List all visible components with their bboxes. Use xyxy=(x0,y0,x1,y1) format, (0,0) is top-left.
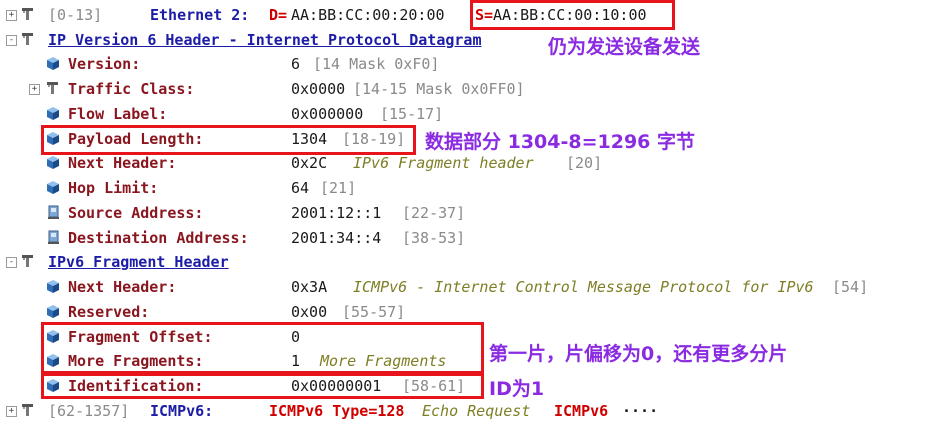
field-value: 2001:34::4 xyxy=(291,229,382,247)
identification-highlight xyxy=(41,373,484,399)
field-name: Next Header: xyxy=(68,278,177,296)
fragment-flags-highlight xyxy=(41,322,484,374)
filter-icon xyxy=(21,7,35,22)
byte-range: [14 Mask 0xF0] xyxy=(313,55,440,73)
section-header[interactable]: IP Version 6 Header - Internet Protocol … xyxy=(48,28,481,52)
filter-icon xyxy=(46,81,60,96)
field-name: Source Address: xyxy=(68,204,204,222)
field-value: 6 xyxy=(291,55,301,73)
byte-range: [54] xyxy=(832,278,869,296)
expand-icon[interactable]: + xyxy=(6,406,17,417)
byte-range: [14-15 Mask 0x0FF0] xyxy=(353,80,525,98)
byte-range: [55-57] xyxy=(342,303,406,321)
computer-icon xyxy=(46,205,60,220)
filter-icon xyxy=(21,32,35,47)
field-icon xyxy=(46,180,60,195)
summary-protocol: ICMPv6 xyxy=(554,402,609,420)
filter-icon xyxy=(21,403,35,418)
field-icon xyxy=(46,56,60,71)
field-name: Destination Address: xyxy=(68,229,249,247)
dest-mac: AA:BB:CC:00:20:00 xyxy=(291,6,445,24)
byte-range: [62-1357] xyxy=(48,402,130,420)
byte-range: [22-37] xyxy=(402,204,466,222)
ellipsis: ···· xyxy=(622,402,659,420)
annotation-id: ID为1 xyxy=(489,378,545,400)
collapse-icon[interactable]: - xyxy=(6,35,17,46)
field-icon xyxy=(46,279,60,294)
field-value: 0x3A xyxy=(291,278,328,296)
summary-description: Echo Request xyxy=(422,402,531,420)
source-mac-highlight xyxy=(470,0,675,30)
annotation-mac: 仍为发送设备发送 xyxy=(548,36,701,58)
expand-icon[interactable]: + xyxy=(6,10,17,21)
field-value: 2001:12::1 xyxy=(291,204,382,222)
byte-range: [38-53] xyxy=(402,229,466,247)
dest-key: D= xyxy=(269,6,288,24)
byte-range: [0-13] xyxy=(48,6,103,24)
summary-type: ICMPv6 Type=128 xyxy=(269,402,405,420)
field-icon xyxy=(46,106,60,121)
field-name: Flow Label: xyxy=(68,105,168,123)
field-name: Version: xyxy=(68,55,141,73)
field-description: ICMPv6 - Internet Control Message Protoc… xyxy=(353,278,814,296)
field-value: 64 xyxy=(291,179,310,197)
field-value: 0x000000 xyxy=(291,105,364,123)
section-header[interactable]: IPv6 Fragment Header xyxy=(48,250,229,274)
expand-icon[interactable]: + xyxy=(29,84,40,95)
byte-range: [15-17] xyxy=(380,105,444,123)
field-name: Reserved: xyxy=(68,303,150,321)
computer-icon xyxy=(46,230,60,245)
field-icon xyxy=(46,304,60,319)
annotation-fragment: 第一片，片偏移为0，还有更多分片 xyxy=(489,343,788,365)
protocol-name: ICMPv6: xyxy=(150,402,214,420)
payload-length-highlight xyxy=(41,125,416,155)
filter-icon xyxy=(21,254,35,269)
collapse-icon[interactable]: - xyxy=(6,257,17,268)
byte-range: [21] xyxy=(320,179,357,197)
field-name: Traffic Class: xyxy=(68,80,195,98)
annotation-payload: 数据部分 1304-8=1296 字节 xyxy=(425,131,696,153)
field-value: 0x0000 xyxy=(291,80,346,98)
byte-range: [20] xyxy=(566,154,603,172)
field-icon xyxy=(46,155,60,170)
field-name: Hop Limit: xyxy=(68,179,159,197)
protocol-name: Ethernet 2: xyxy=(150,6,250,24)
field-value: 0x00 xyxy=(291,303,328,321)
